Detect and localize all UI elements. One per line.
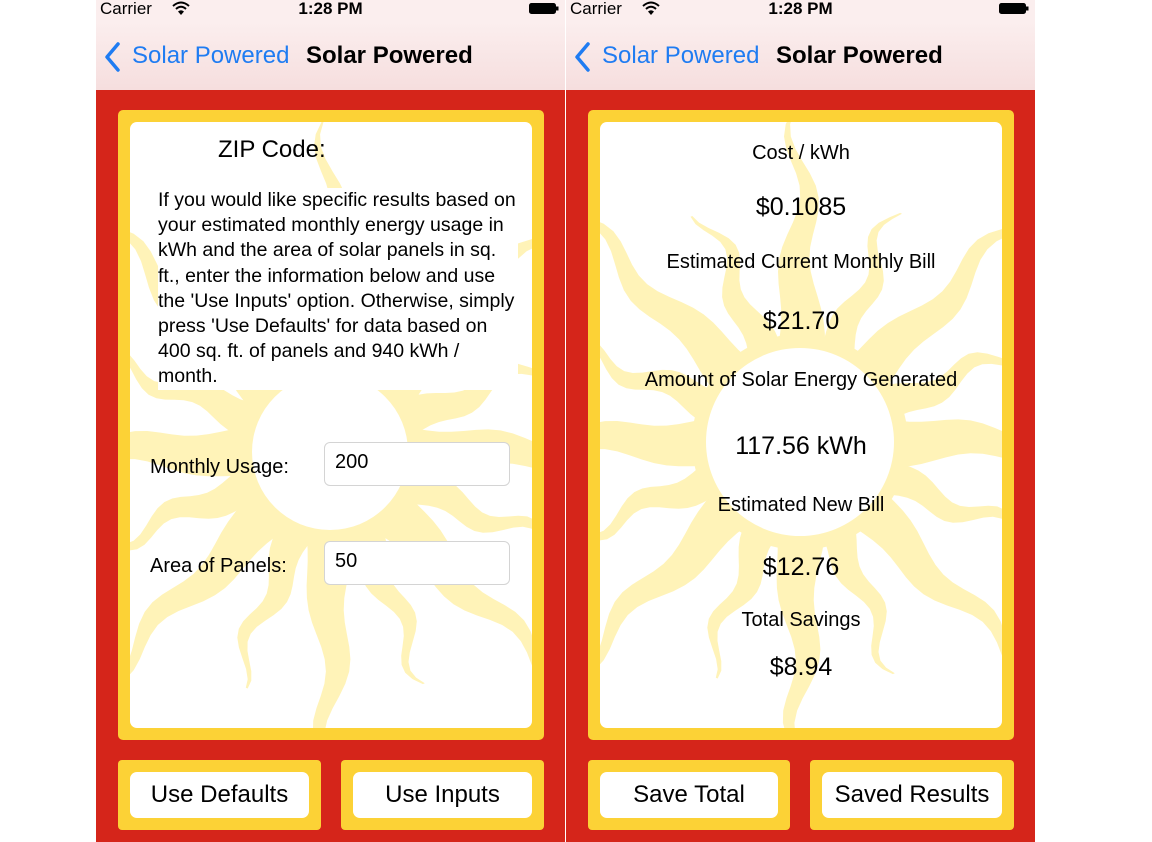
current-bill-label: Estimated Current Monthly Bill (666, 251, 936, 273)
status-time: 1:28 PM (298, 0, 363, 18)
chevron-left-icon[interactable] (104, 42, 120, 72)
input-card-frame: ZIP Code: If you would like specific res… (118, 110, 544, 740)
input-screen: Carrier 1:28 PM Solar Powered Solar Powe… (96, 0, 565, 842)
monthly-usage-input[interactable] (324, 442, 510, 486)
battery-icon (529, 3, 559, 14)
input-card: ZIP Code: If you would like specific res… (130, 122, 532, 728)
area-of-panels-label: Area of Panels: (150, 555, 287, 577)
back-button[interactable]: Solar Powered (602, 42, 759, 70)
save-total-frame: Save Total (588, 760, 790, 830)
monthly-usage-label: Monthly Usage: (150, 456, 289, 478)
save-total-button[interactable]: Save Total (600, 772, 778, 818)
status-bar: Carrier 1:28 PM (566, 0, 1035, 22)
status-time: 1:28 PM (768, 0, 833, 18)
results-screen: Carrier 1:28 PM Solar Powered Solar Powe… (566, 0, 1035, 842)
nav-title: Solar Powered (776, 42, 943, 69)
zip-code-label: ZIP Code: (218, 136, 326, 163)
results-card: Cost / kWh $0.1085 Estimated Current Mon… (600, 122, 1002, 728)
saved-results-frame: Saved Results (810, 760, 1014, 830)
navigation-bar: Solar Powered Solar Powered (96, 22, 565, 90)
solar-energy-label: Amount of Solar Energy Generated (644, 369, 958, 391)
results-card-frame: Cost / kWh $0.1085 Estimated Current Mon… (588, 110, 1014, 740)
nav-title: Solar Powered (306, 42, 473, 69)
cost-per-kwh-value: $0.1085 (755, 193, 847, 221)
use-defaults-frame: Use Defaults (118, 760, 321, 830)
new-bill-label: Estimated New Bill (717, 494, 885, 516)
instructions-text: If you would like specific results based… (158, 188, 518, 390)
navigation-bar: Solar Powered Solar Powered (566, 22, 1035, 90)
use-inputs-frame: Use Inputs (341, 760, 544, 830)
use-defaults-button[interactable]: Use Defaults (130, 772, 309, 818)
current-bill-value: $21.70 (762, 307, 840, 335)
total-savings-value: $8.94 (769, 653, 833, 681)
back-button[interactable]: Solar Powered (132, 42, 289, 70)
total-savings-label: Total Savings (741, 609, 861, 631)
saved-results-button[interactable]: Saved Results (822, 772, 1002, 818)
use-inputs-button[interactable]: Use Inputs (353, 772, 532, 818)
chevron-left-icon[interactable] (574, 42, 590, 72)
solar-energy-value: 117.56 kWh (735, 432, 867, 460)
cost-per-kwh-label: Cost / kWh (752, 142, 850, 164)
new-bill-value: $12.76 (762, 553, 840, 581)
status-bar: Carrier 1:28 PM (96, 0, 565, 22)
area-of-panels-input[interactable] (324, 541, 510, 585)
battery-icon (999, 3, 1029, 14)
